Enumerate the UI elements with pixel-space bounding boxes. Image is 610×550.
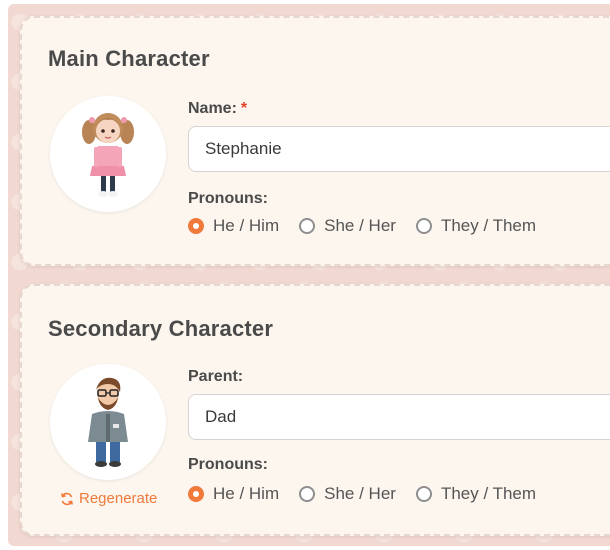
name-label: Name: * xyxy=(188,100,247,118)
required-marker: * xyxy=(240,100,248,117)
main-pronouns-radio-group: He / Him She / Her They / Them xyxy=(188,216,556,236)
secondary-pronoun-he-radio[interactable]: He / Him xyxy=(188,484,279,504)
parent-input[interactable]: Dad xyxy=(188,394,610,440)
secondary-character-card: Secondary Character Regenerate Parent: D… xyxy=(20,284,610,536)
radio-label: They / Them xyxy=(440,216,537,235)
secondary-pronoun-they-radio[interactable]: They / Them xyxy=(415,484,537,504)
secondary-pronoun-she-radio[interactable]: She / Her xyxy=(299,484,396,504)
radio-unchecked-icon xyxy=(299,486,316,502)
radio-checked-icon xyxy=(188,486,204,502)
radio-label: She / Her xyxy=(324,216,396,235)
radio-label: She / Her xyxy=(324,484,396,503)
secondary-pronouns-radio-group: He / Him She / Her They / Them xyxy=(188,484,556,504)
radio-unchecked-icon xyxy=(299,218,316,234)
radio-unchecked-icon xyxy=(415,218,432,234)
pronouns-label: Pronouns: xyxy=(188,190,268,207)
name-label-text: Name: xyxy=(188,100,237,117)
radio-checked-icon xyxy=(188,218,204,234)
radio-unchecked-icon xyxy=(415,486,432,502)
pronouns-label: Pronouns: xyxy=(188,456,268,473)
main-character-card: Main Character Name: * Stephanie Pronoun… xyxy=(20,16,610,266)
main-pronoun-she-radio[interactable]: She / Her xyxy=(299,216,396,236)
refresh-icon xyxy=(61,492,73,505)
radio-label: They / Them xyxy=(440,484,537,503)
secondary-character-avatar xyxy=(50,364,166,480)
secondary-character-title: Secondary Character xyxy=(48,316,274,341)
man-avatar-icon xyxy=(88,377,128,467)
main-pronoun-they-radio[interactable]: They / Them xyxy=(415,216,537,236)
regenerate-button[interactable]: Regenerate xyxy=(60,490,157,507)
girl-avatar-icon xyxy=(82,113,134,197)
main-pronoun-he-radio[interactable]: He / Him xyxy=(188,216,279,236)
parent-label: Parent: xyxy=(188,368,244,385)
page-background: Main Character Name: * Stephanie Pronoun… xyxy=(8,4,610,546)
name-input[interactable]: Stephanie xyxy=(188,126,610,172)
radio-label: He / Him xyxy=(213,216,280,235)
regenerate-label: Regenerate xyxy=(79,490,158,507)
main-character-title: Main Character xyxy=(48,46,210,71)
main-character-avatar xyxy=(50,96,166,212)
radio-label: He / Him xyxy=(213,484,280,503)
